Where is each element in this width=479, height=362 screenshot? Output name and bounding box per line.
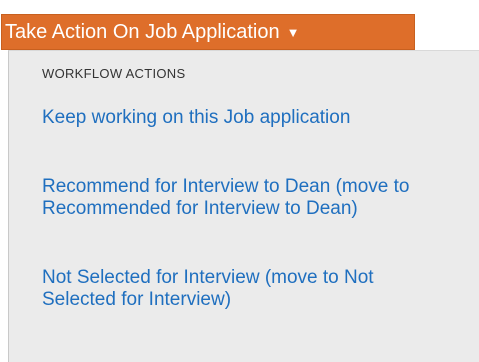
workflow-actions-menu: WORKFLOW ACTIONS Keep working on this Jo…: [8, 50, 479, 362]
menu-item-keep-working[interactable]: Keep working on this Job application: [42, 107, 452, 129]
menu-item-not-selected[interactable]: Not Selected for Interview (move to Not …: [42, 267, 452, 311]
take-action-button[interactable]: Take Action On Job Application ▼: [1, 14, 415, 50]
menu-section-header: WORKFLOW ACTIONS: [42, 66, 186, 81]
menu-item-recommend-for-interview[interactable]: Recommend for Interview to Dean (move to…: [42, 176, 452, 220]
take-action-button-label: Take Action On Job Application: [5, 21, 280, 43]
caret-down-icon: ▼: [286, 25, 300, 40]
